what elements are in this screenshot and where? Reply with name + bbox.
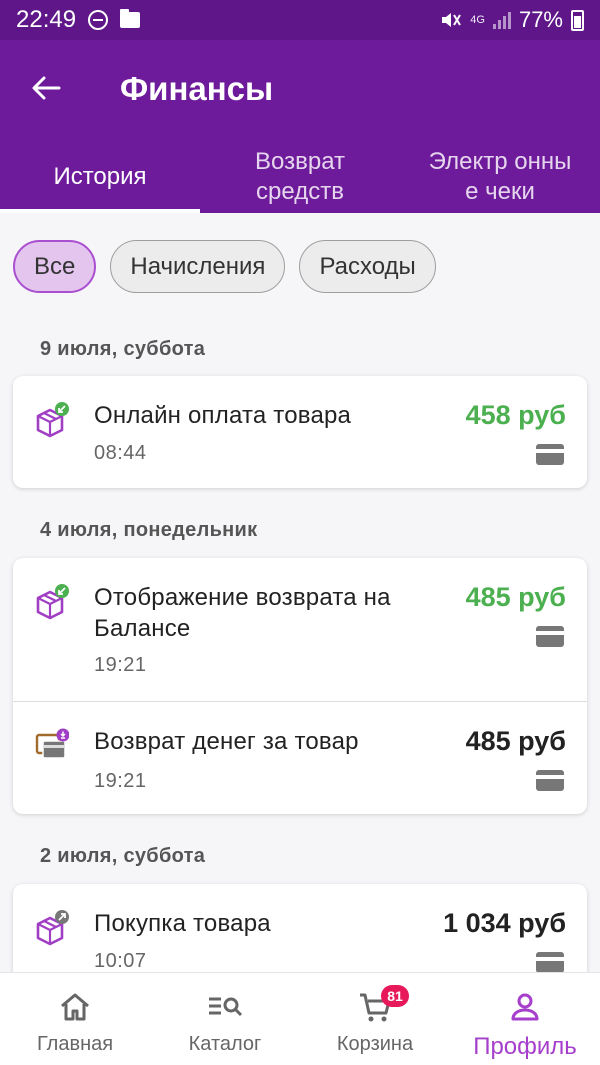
filter-chips: Все Начисления Расходы — [13, 240, 436, 293]
card-icon — [536, 952, 564, 973]
nav-profile[interactable]: Профиль — [450, 973, 600, 1065]
date-header: 2 июля, суббота — [40, 845, 206, 867]
status-time: 22:49 — [16, 6, 77, 33]
bottom-navigation: Главная Каталог 81 Корзина Профиль — [0, 972, 600, 1065]
nav-catalog[interactable]: Каталог — [150, 973, 300, 1065]
tab-e-receipts[interactable]: Электр онные чеки — [400, 140, 600, 213]
transaction-title: Покупка товара — [94, 910, 271, 937]
wallet-refund-icon — [35, 728, 69, 759]
do-not-disturb-icon — [88, 10, 109, 30]
transaction-row[interactable]: Онлайн оплата товара 08:44 458 руб — [13, 376, 587, 488]
filter-all[interactable]: Все — [13, 240, 97, 293]
status-bar: 22:49 4G 77% — [0, 0, 600, 40]
date-header: 4 июля, понедельник — [40, 519, 258, 541]
app-header: Финансы История Возврат средств Электр о… — [0, 40, 600, 213]
transaction-time: 19:21 — [94, 770, 147, 792]
tab-bar: История Возврат средств Электр онные чек… — [0, 140, 600, 213]
nav-label: Корзина — [336, 1033, 414, 1055]
transaction-title: Возврат денег за товар — [94, 728, 359, 755]
nav-label: Каталог — [188, 1033, 262, 1055]
box-incoming-icon — [36, 584, 69, 620]
nav-label: Профиль — [473, 1033, 577, 1060]
box-outgoing-icon — [36, 910, 69, 946]
transaction-card: Онлайн оплата товара 08:44 458 руб — [13, 376, 587, 488]
transaction-amount: 1 034 руб — [443, 908, 566, 938]
filter-expenses[interactable]: Расходы — [299, 240, 436, 293]
transaction-title: Онлайн оплата товара — [94, 402, 352, 429]
profile-icon — [507, 989, 543, 1025]
date-header: 9 июля, суббота — [40, 338, 206, 360]
transaction-amount: 485 руб — [465, 726, 566, 756]
transaction-time: 08:44 — [94, 442, 147, 464]
page-title: Финансы — [120, 70, 274, 107]
nav-home[interactable]: Главная — [0, 973, 150, 1065]
signal-icon — [492, 11, 511, 29]
box-incoming-icon — [36, 402, 69, 438]
filter-credits[interactable]: Начисления — [110, 240, 286, 293]
transaction-time: 19:21 — [94, 654, 147, 676]
transaction-time: 10:07 — [94, 950, 147, 972]
nav-label: Главная — [36, 1033, 114, 1055]
transaction-title: Отображение возврата на Балансе — [94, 584, 391, 642]
transaction-row[interactable]: Отображение возврата на Балансе 19:21 48… — [13, 558, 587, 701]
transaction-amount: 458 руб — [465, 400, 566, 430]
cart-badge: 81 — [381, 985, 409, 1007]
battery-icon — [571, 9, 584, 31]
folder-icon — [120, 9, 141, 28]
tab-history[interactable]: История — [0, 140, 200, 213]
card-icon — [536, 770, 564, 791]
home-icon — [57, 989, 93, 1025]
transaction-row[interactable]: Возврат денег за товар 19:21 485 руб — [13, 701, 587, 814]
network-type: 4G — [470, 14, 485, 26]
transaction-amount: 485 руб — [465, 582, 566, 612]
mute-icon — [442, 13, 462, 27]
catalog-search-icon — [207, 989, 243, 1025]
battery-percent: 77% — [518, 7, 563, 32]
nav-cart[interactable]: 81 Корзина — [300, 973, 450, 1065]
tab-refunds[interactable]: Возврат средств — [200, 140, 400, 213]
card-icon — [536, 626, 564, 647]
arrow-left-icon — [32, 76, 61, 100]
back-button[interactable] — [26, 68, 66, 108]
transaction-card: Отображение возврата на Балансе 19:21 48… — [13, 558, 587, 814]
card-icon — [536, 444, 564, 465]
